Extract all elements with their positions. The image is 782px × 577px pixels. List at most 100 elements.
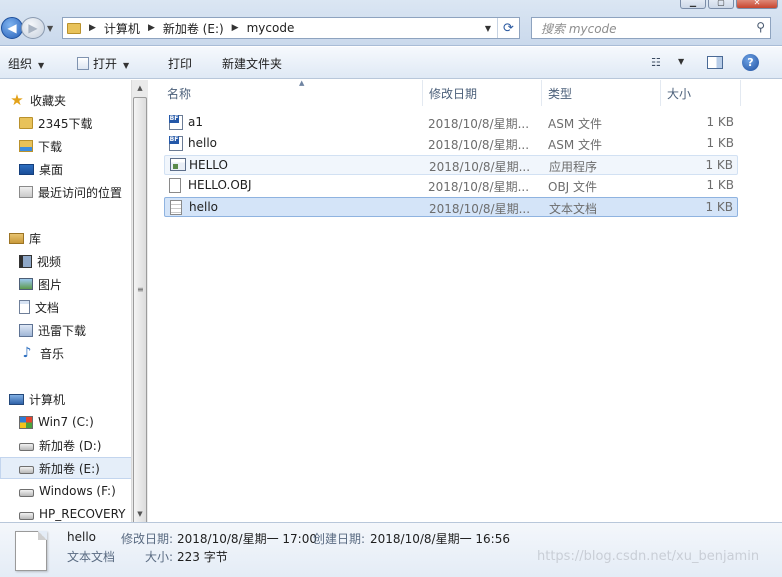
file-size: 1 KB	[705, 158, 733, 172]
search-input[interactable]: 搜索 mycode ⚲	[531, 17, 771, 39]
column-header-type[interactable]: 类型	[542, 80, 661, 106]
nav-item-drive-e[interactable]: 新加卷 (E:)	[0, 457, 132, 479]
nav-item-label: Win7 (C:)	[38, 415, 94, 429]
hard-drive-icon	[19, 466, 34, 474]
file-row[interactable]: hello 2018/10/8/星期... ASM 文件 1 KB	[164, 134, 738, 154]
scroll-down-arrow-icon[interactable]: ▼	[132, 506, 148, 522]
close-button[interactable]: ✕	[736, 0, 778, 9]
hard-drive-icon	[19, 512, 34, 520]
minimize-button[interactable]: ▁	[680, 0, 706, 9]
file-type: OBJ 文件	[548, 180, 598, 194]
file-type: ASM 文件	[548, 138, 602, 152]
nav-item-drive-f[interactable]: Windows (F:)	[19, 480, 148, 502]
file-size: 1 KB	[706, 136, 734, 150]
nav-item-drive-c[interactable]: Win7 (C:)	[19, 411, 148, 433]
nav-computer[interactable]: 计算机	[9, 388, 141, 410]
nav-item-label: 图片	[38, 277, 63, 292]
nav-computer-label: 计算机	[29, 392, 66, 407]
nav-item-hp-recovery[interactable]: HP_RECOVERY	[19, 503, 148, 522]
file-name: hello	[188, 136, 217, 150]
command-bar: 组织 ▼ 打开 ▼ 打印 新建文件夹 ☷ ▼ ?	[0, 47, 782, 79]
view-options-icon[interactable]: ☷	[651, 56, 661, 69]
library-icon	[9, 232, 24, 244]
watermark: https://blog.csdn.net/xu_benjamin	[537, 549, 760, 564]
nav-item-xunlei-downloads[interactable]: 迅雷下载	[19, 319, 148, 341]
scrollbar-thumb[interactable]: ≡	[133, 97, 147, 525]
preview-pane-icon[interactable]	[707, 56, 723, 69]
file-type: ASM 文件	[548, 117, 602, 131]
nav-item-documents[interactable]: 文档	[19, 296, 148, 318]
chevron-down-icon: ▼	[123, 61, 130, 70]
picture-icon	[19, 278, 33, 290]
nav-item-2345-downloads[interactable]: 2345下载	[19, 112, 148, 134]
nav-item-pictures[interactable]: 图片	[19, 273, 148, 295]
nav-item-label: 下载	[38, 139, 63, 154]
address-history-chevron-icon[interactable]: ▼	[481, 18, 495, 38]
chevron-down-icon: ▼	[38, 61, 45, 70]
nav-libraries[interactable]: 库	[9, 227, 141, 249]
breadcrumb-drive-e[interactable]: 新加卷 (E:)	[163, 20, 224, 37]
nav-item-drive-d[interactable]: 新加卷 (D:)	[19, 434, 148, 456]
file-row[interactable]: hello 2018/10/8/星期... 文本文档 1 KB	[164, 197, 738, 217]
open-button[interactable]: 打开 ▼	[77, 55, 129, 72]
breadcrumb-mycode[interactable]: mycode	[247, 21, 295, 35]
download-library-icon	[19, 323, 33, 337]
column-header-name[interactable]: 名称 ▲	[161, 79, 423, 106]
column-header-size[interactable]: 大小	[661, 80, 741, 106]
refresh-icon[interactable]: ⟳	[497, 18, 519, 38]
window-controls: ▁ ▢ ✕	[680, 0, 778, 9]
file-date: 2018/10/8/星期...	[428, 117, 530, 131]
details-file-name: hello	[67, 530, 96, 544]
file-row[interactable]: HELLO 2018/10/8/星期... 应用程序 1 KB	[164, 155, 738, 175]
chevron-down-icon[interactable]: ▼	[678, 57, 684, 66]
scroll-up-arrow-icon[interactable]: ▲	[132, 80, 148, 96]
breadcrumb-computer[interactable]: 计算机	[104, 20, 140, 37]
nav-item-label: 新加卷 (D:)	[39, 438, 102, 453]
file-row[interactable]: HELLO.OBJ 2018/10/8/星期... OBJ 文件 1 KB	[164, 176, 738, 196]
maximize-button[interactable]: ▢	[708, 0, 734, 9]
breadcrumb-chevron-icon[interactable]: ▶	[89, 23, 96, 33]
nav-favorites[interactable]: ★ 收藏夹	[9, 89, 141, 111]
nav-item-recent-places[interactable]: 最近访问的位置	[19, 181, 148, 203]
help-icon[interactable]: ?	[742, 54, 759, 71]
navigation-scrollbar[interactable]: ▲ ≡ ▼	[131, 80, 148, 525]
music-note-icon: ♪	[22, 345, 32, 361]
sort-ascending-icon: ▲	[299, 79, 305, 87]
obj-file-icon	[169, 178, 181, 193]
organize-label: 组织	[8, 57, 33, 71]
file-type: 文本文档	[549, 202, 598, 216]
print-button[interactable]: 打印	[168, 55, 192, 72]
nav-item-label: 桌面	[39, 162, 64, 177]
nav-item-downloads[interactable]: 下载	[19, 135, 148, 157]
recent-places-icon	[19, 186, 33, 198]
search-placeholder: 搜索 mycode	[541, 21, 617, 36]
search-icon[interactable]: ⚲	[756, 20, 765, 34]
document-icon	[19, 300, 30, 314]
video-icon	[19, 254, 32, 268]
column-header-date[interactable]: 修改日期	[423, 80, 542, 106]
nav-item-label: 新加卷 (E:)	[39, 461, 100, 476]
nav-item-label: 音乐	[40, 346, 65, 361]
breadcrumb-chevron-icon[interactable]: ▶	[148, 23, 155, 33]
details-file-type: 文本文档	[67, 550, 116, 564]
recent-pages-chevron-icon[interactable]: ▼	[47, 24, 53, 33]
file-row[interactable]: a1 2018/10/8/星期... ASM 文件 1 KB	[164, 113, 738, 133]
nav-item-label: 文档	[35, 300, 60, 315]
details-size-value: 223 字节	[177, 550, 228, 564]
details-created-value: 2018/10/8/星期一 16:56	[370, 532, 510, 546]
nav-item-music[interactable]: ♪ 音乐	[19, 342, 148, 364]
hard-drive-icon	[19, 489, 34, 497]
nav-item-desktop[interactable]: 桌面	[19, 158, 148, 180]
file-name: a1	[188, 115, 203, 129]
hard-drive-icon	[19, 443, 34, 451]
breadcrumb-chevron-icon[interactable]: ▶	[232, 23, 239, 33]
nav-item-videos[interactable]: 视频	[19, 250, 148, 272]
open-file-icon	[77, 57, 89, 70]
star-icon: ★	[10, 91, 24, 109]
forward-arrow-icon[interactable]: ▶	[21, 17, 45, 39]
address-bar[interactable]: ▶ 计算机 ▶ 新加卷 (E:) ▶ mycode ▼ ⟳	[62, 17, 520, 39]
new-folder-button[interactable]: 新建文件夹	[222, 55, 282, 72]
back-arrow-icon[interactable]: ◀	[1, 17, 23, 39]
organize-button[interactable]: 组织 ▼	[8, 55, 44, 72]
file-date: 2018/10/8/星期...	[428, 180, 530, 194]
